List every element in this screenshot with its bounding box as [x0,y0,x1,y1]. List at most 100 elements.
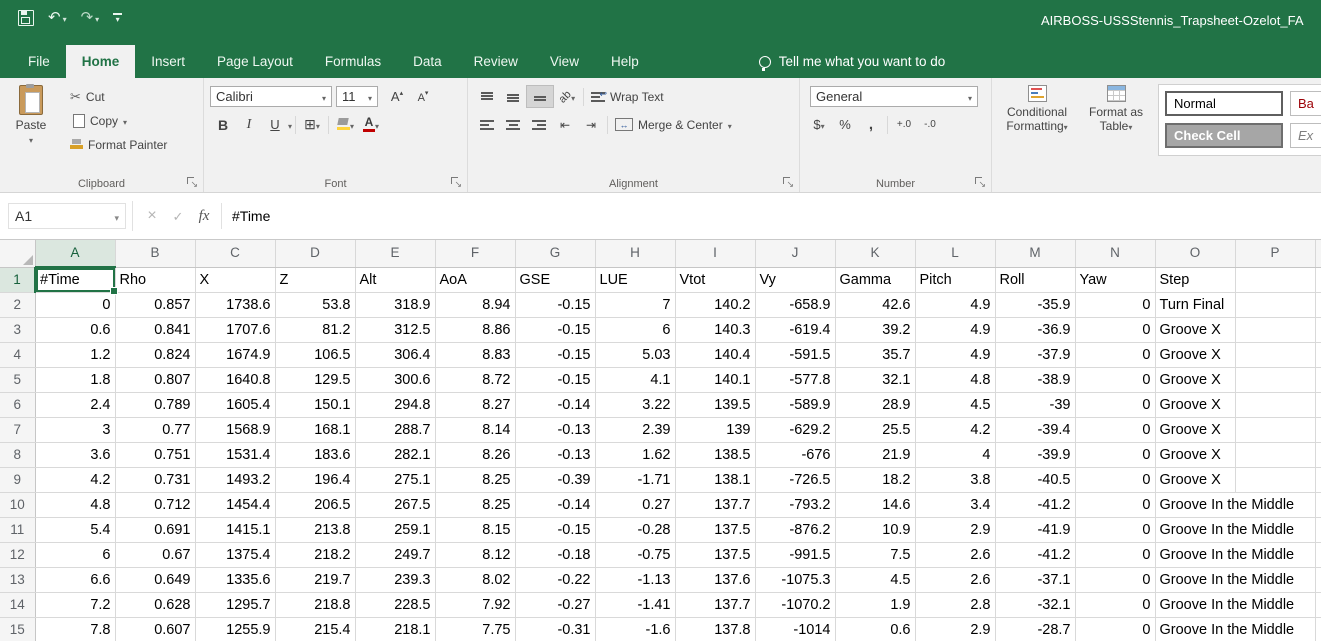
cell-K6[interactable]: 28.9 [835,393,915,418]
cell-L14[interactable]: 2.8 [915,593,995,618]
cell-M6[interactable]: -39 [995,393,1075,418]
cell-H5[interactable]: 4.1 [595,368,675,393]
cell-J6[interactable]: -589.9 [755,393,835,418]
column-header-L[interactable]: L [915,240,995,267]
cell-G9[interactable]: -0.39 [515,468,595,493]
cell-H2[interactable]: 7 [595,293,675,318]
format-as-table-button[interactable]: Format asTable [1080,82,1152,174]
cell-G1[interactable]: GSE [515,267,595,293]
tab-home[interactable]: Home [66,45,136,78]
cell-G8[interactable]: -0.13 [515,443,595,468]
cell-B3[interactable]: 0.841 [115,318,195,343]
cell-L7[interactable]: 4.2 [915,418,995,443]
cell-O15[interactable]: Groove In the Middle [1155,618,1235,641]
formula-input[interactable]: #Time [221,203,1321,229]
column-header-H[interactable]: H [595,240,675,267]
cell-E3[interactable]: 312.5 [355,318,435,343]
cell-A2[interactable]: 0 [35,293,115,318]
cell-M12[interactable]: -41.2 [995,543,1075,568]
cell-K9[interactable]: 18.2 [835,468,915,493]
italic-button[interactable]: I [236,114,262,135]
cell-K10[interactable]: 14.6 [835,493,915,518]
cell-K13[interactable]: 4.5 [835,568,915,593]
cell-N9[interactable]: 0 [1075,468,1155,493]
cell-E5[interactable]: 300.6 [355,368,435,393]
cell-D9[interactable]: 196.4 [275,468,355,493]
cell-D13[interactable]: 219.7 [275,568,355,593]
cell-P1[interactable] [1235,267,1315,293]
row-header-1[interactable]: 1 [0,267,35,293]
cell-L4[interactable]: 4.9 [915,343,995,368]
cell-E1[interactable]: Alt [355,267,435,293]
cell-A15[interactable]: 7.8 [35,618,115,641]
style-normal[interactable]: Normal [1165,91,1283,116]
column-header-B[interactable]: B [115,240,195,267]
cell-I10[interactable]: 137.7 [675,493,755,518]
cell-J4[interactable]: -591.5 [755,343,835,368]
cell-A1[interactable]: #Time [35,267,115,293]
cell-E15[interactable]: 218.1 [355,618,435,641]
align-right-button[interactable] [526,114,552,135]
cell-stub[interactable] [1315,267,1321,293]
cell-C2[interactable]: 1738.6 [195,293,275,318]
cell-F14[interactable]: 7.92 [435,593,515,618]
cell-M11[interactable]: -41.9 [995,518,1075,543]
cell-O9[interactable]: Groove X [1155,468,1235,493]
cell-F1[interactable]: AoA [435,267,515,293]
cell-I14[interactable]: 137.7 [675,593,755,618]
cell-P6[interactable] [1235,393,1315,418]
cell-F9[interactable]: 8.25 [435,468,515,493]
cell-K3[interactable]: 39.2 [835,318,915,343]
style-check-cell[interactable]: Check Cell [1165,123,1283,148]
cell-O5[interactable]: Groove X [1155,368,1235,393]
cell-I5[interactable]: 140.1 [675,368,755,393]
merge-center-button[interactable]: Merge & Center [611,114,736,135]
cell-O2[interactable]: Turn Final [1155,293,1235,318]
style-bad[interactable]: Ba [1290,91,1321,116]
style-explanatory[interactable]: Ex [1290,123,1321,148]
middle-align-button[interactable] [500,86,526,107]
cell-H3[interactable]: 6 [595,318,675,343]
cell-J15[interactable]: -1014 [755,618,835,641]
cell-H10[interactable]: 0.27 [595,493,675,518]
cell-B12[interactable]: 0.67 [115,543,195,568]
row-header-4[interactable]: 4 [0,343,35,368]
cell-C14[interactable]: 1295.7 [195,593,275,618]
cell-C13[interactable]: 1335.6 [195,568,275,593]
cell-stub[interactable] [1315,418,1321,443]
cell-F2[interactable]: 8.94 [435,293,515,318]
select-all-corner[interactable] [0,240,35,267]
row-header-6[interactable]: 6 [0,393,35,418]
cell-H4[interactable]: 5.03 [595,343,675,368]
cell-D8[interactable]: 183.6 [275,443,355,468]
cell-O1[interactable]: Step [1155,267,1235,293]
cell-stub[interactable] [1315,443,1321,468]
cell-E14[interactable]: 228.5 [355,593,435,618]
cell-N2[interactable]: 0 [1075,293,1155,318]
cell-N13[interactable]: 0 [1075,568,1155,593]
align-left-button[interactable] [474,114,500,135]
tab-review[interactable]: Review [458,45,534,78]
cell-D3[interactable]: 81.2 [275,318,355,343]
cell-E4[interactable]: 306.4 [355,343,435,368]
cell-E11[interactable]: 259.1 [355,518,435,543]
percent-style-button[interactable]: % [832,114,858,135]
orientation-button[interactable] [554,86,580,107]
cell-I2[interactable]: 140.2 [675,293,755,318]
cell-B14[interactable]: 0.628 [115,593,195,618]
cell-G4[interactable]: -0.15 [515,343,595,368]
comma-style-button[interactable]: , [858,114,884,135]
cell-N14[interactable]: 0 [1075,593,1155,618]
cell-I4[interactable]: 140.4 [675,343,755,368]
cell-I6[interactable]: 139.5 [675,393,755,418]
increase-font-size-button[interactable] [384,86,410,107]
cell-L15[interactable]: 2.9 [915,618,995,641]
cell-stub[interactable] [1315,293,1321,318]
cell-D4[interactable]: 106.5 [275,343,355,368]
cell-J7[interactable]: -629.2 [755,418,835,443]
cell-M9[interactable]: -40.5 [995,468,1075,493]
cell-J14[interactable]: -1070.2 [755,593,835,618]
cut-button[interactable]: Cut [66,86,171,107]
wrap-text-button[interactable]: Wrap Text [587,86,668,107]
cell-D14[interactable]: 218.8 [275,593,355,618]
